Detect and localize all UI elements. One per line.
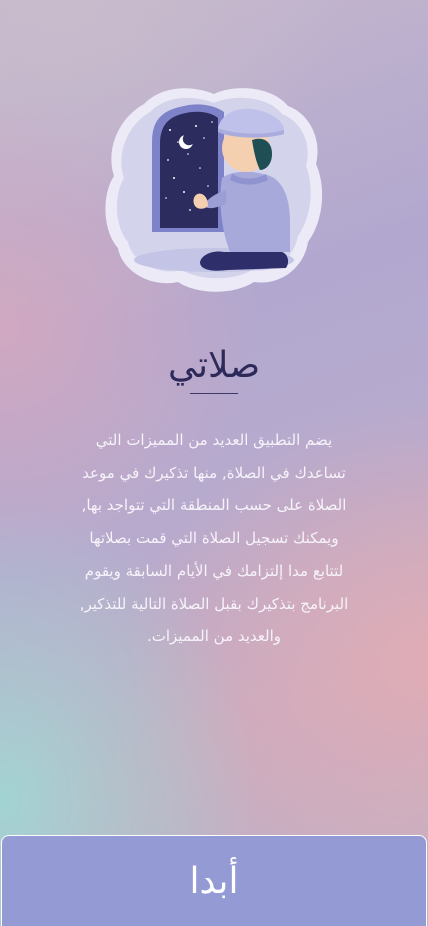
boy-legs <box>200 251 289 271</box>
app-title: صلاتي <box>167 345 261 386</box>
onboarding-description: يضم التطبيق العديد من المميزات التي تساع… <box>79 431 349 646</box>
praying-boy-illustration <box>104 82 324 292</box>
start-button[interactable]: أبدا <box>1 835 427 926</box>
night-sky <box>160 111 218 228</box>
onboarding-screen: صلاتي يضم التطبيق العديد من المميزات الت… <box>0 0 428 926</box>
start-button-label: أبدا <box>189 860 239 902</box>
title-underline <box>190 393 238 394</box>
